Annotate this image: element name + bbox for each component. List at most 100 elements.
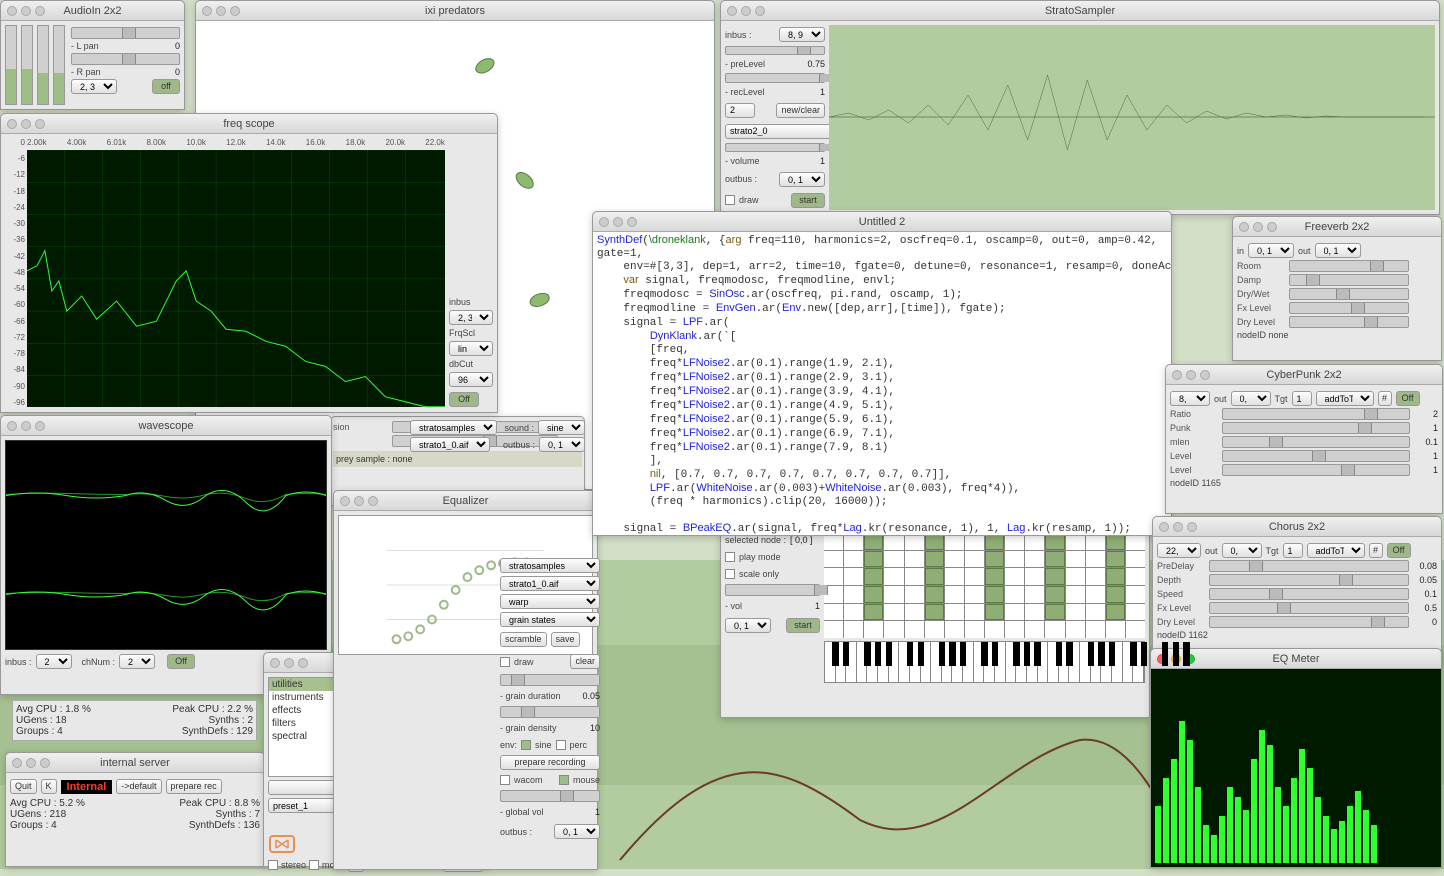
sel-grainstates[interactable]: grain states xyxy=(500,612,600,627)
matrix-cell[interactable] xyxy=(1126,551,1145,568)
black-key[interactable] xyxy=(843,642,849,666)
black-key[interactable] xyxy=(1141,642,1147,666)
black-key[interactable] xyxy=(864,642,870,666)
sel-in[interactable]: 22, 23 xyxy=(1157,543,1201,558)
titlebar[interactable]: Chorus 2x2 xyxy=(1153,517,1441,537)
matrix-cell[interactable] xyxy=(1066,568,1085,585)
matrix-cell[interactable] xyxy=(864,568,883,585)
matrix-cell[interactable] xyxy=(925,621,944,638)
black-key[interactable] xyxy=(939,642,945,666)
sel-outbus[interactable]: 0, 1 xyxy=(554,824,600,839)
matrix-cell[interactable] xyxy=(1086,604,1105,621)
matrix-cell[interactable] xyxy=(864,604,883,621)
param-slider[interactable] xyxy=(1289,274,1409,286)
black-key[interactable] xyxy=(918,642,924,666)
matrix-cell[interactable] xyxy=(1086,568,1105,585)
hash-button[interactable]: # xyxy=(1369,543,1383,558)
stereo-checkbox[interactable] xyxy=(268,860,278,870)
slider-volume[interactable] xyxy=(725,143,825,152)
param-slider[interactable] xyxy=(1222,450,1410,462)
black-key[interactable] xyxy=(1162,642,1168,666)
sel-addtail[interactable]: addToTail xyxy=(1316,391,1374,406)
matrix-cell[interactable] xyxy=(1106,604,1125,621)
titlebar[interactable]: Freeverb 2x2 xyxy=(1233,217,1441,237)
titlebar[interactable]: StratoSampler xyxy=(721,1,1439,21)
matrix-cell[interactable] xyxy=(1126,621,1145,638)
matrix-cell[interactable] xyxy=(864,621,883,638)
matrix-cell[interactable] xyxy=(905,604,924,621)
matrix-cell[interactable] xyxy=(1126,604,1145,621)
sel-frqscl[interactable]: lin xyxy=(449,341,493,356)
black-key[interactable] xyxy=(960,642,966,666)
titlebar[interactable]: ixi predators xyxy=(196,1,714,21)
matrix-cell[interactable] xyxy=(1025,621,1044,638)
off-button[interactable]: off xyxy=(152,79,180,94)
black-key[interactable] xyxy=(1013,642,1019,666)
titlebar[interactable]: freq scope xyxy=(1,114,497,134)
sel-bus[interactable]: 0, 1 xyxy=(725,618,771,633)
param-slider[interactable] xyxy=(1209,602,1409,614)
matrix-cell[interactable] xyxy=(884,586,903,603)
sel-out[interactable]: 0, 1 xyxy=(1222,543,1262,558)
matrix-cell[interactable] xyxy=(884,551,903,568)
slider-reclevel[interactable] xyxy=(725,73,825,82)
sel-strato1[interactable]: strato1_0.aif xyxy=(410,437,490,452)
matrix-cell[interactable] xyxy=(864,586,883,603)
sel-chnum[interactable]: 2 xyxy=(119,654,155,669)
matrix-cell[interactable] xyxy=(945,604,964,621)
matrix-cell[interactable] xyxy=(1066,604,1085,621)
hash-button[interactable]: # xyxy=(1378,391,1392,406)
matrix-cell[interactable] xyxy=(925,551,944,568)
matrix-cell[interactable] xyxy=(965,604,984,621)
matrix-cell[interactable] xyxy=(1005,604,1024,621)
matrix-cell[interactable] xyxy=(945,586,964,603)
param-slider[interactable] xyxy=(1209,574,1409,586)
black-key[interactable] xyxy=(875,642,881,666)
tgt-input[interactable] xyxy=(1292,391,1312,406)
matrix-cell[interactable] xyxy=(985,568,1004,585)
black-key[interactable] xyxy=(1130,642,1136,666)
matrix-cell[interactable] xyxy=(905,551,924,568)
prepare-recording-button[interactable]: prepare recording xyxy=(500,755,600,770)
sel-inbus[interactable]: 2 xyxy=(36,654,72,669)
titlebar[interactable]: CyberPunk 2x2 xyxy=(1166,365,1442,385)
matrix-cell[interactable] xyxy=(1086,551,1105,568)
matrix-cell[interactable] xyxy=(1025,551,1044,568)
slider-gvol[interactable] xyxy=(500,790,600,802)
slider-gden[interactable] xyxy=(500,706,600,718)
slider-lpan[interactable] xyxy=(71,27,180,39)
matrix-cell[interactable] xyxy=(965,586,984,603)
wacom-checkbox[interactable] xyxy=(500,775,510,785)
slider-vol[interactable] xyxy=(725,584,820,596)
mono-checkbox[interactable] xyxy=(309,860,319,870)
matrix-cell[interactable] xyxy=(884,568,903,585)
titlebar[interactable]: Untitled 2 xyxy=(593,212,1171,232)
matrix-cell[interactable] xyxy=(1005,621,1024,638)
matrix-cell[interactable] xyxy=(824,621,843,638)
matrix-cell[interactable] xyxy=(884,621,903,638)
sel-strato1[interactable]: strato1_0.aif xyxy=(500,576,600,591)
matrix-cell[interactable] xyxy=(844,621,863,638)
matrix-cell[interactable] xyxy=(905,586,924,603)
sine-checkbox[interactable] xyxy=(521,740,531,750)
black-key[interactable] xyxy=(1088,642,1094,666)
matrix-cell[interactable] xyxy=(824,551,843,568)
default-button[interactable]: ->default xyxy=(116,779,161,794)
matrix-cell[interactable] xyxy=(1005,586,1024,603)
sel-stratosamples[interactable]: stratosamples xyxy=(500,558,600,573)
titlebar[interactable]: EQ Meter xyxy=(1151,649,1441,669)
param-slider[interactable] xyxy=(1222,464,1410,476)
scramble-button[interactable]: scramble xyxy=(500,632,547,647)
matrix-cell[interactable] xyxy=(1106,621,1125,638)
titlebar[interactable]: internal server xyxy=(6,753,264,773)
off-button[interactable]: Off xyxy=(449,392,479,407)
param-slider[interactable] xyxy=(1222,408,1410,420)
black-key[interactable] xyxy=(992,642,998,666)
matrix-cell[interactable] xyxy=(1045,568,1064,585)
matrix-cell[interactable] xyxy=(905,621,924,638)
perc-checkbox[interactable] xyxy=(556,740,566,750)
matrix-cell[interactable] xyxy=(925,586,944,603)
param-slider[interactable] xyxy=(1209,616,1409,628)
draw-checkbox[interactable] xyxy=(500,657,510,667)
prepare-rec-button[interactable]: prepare rec xyxy=(166,779,222,794)
